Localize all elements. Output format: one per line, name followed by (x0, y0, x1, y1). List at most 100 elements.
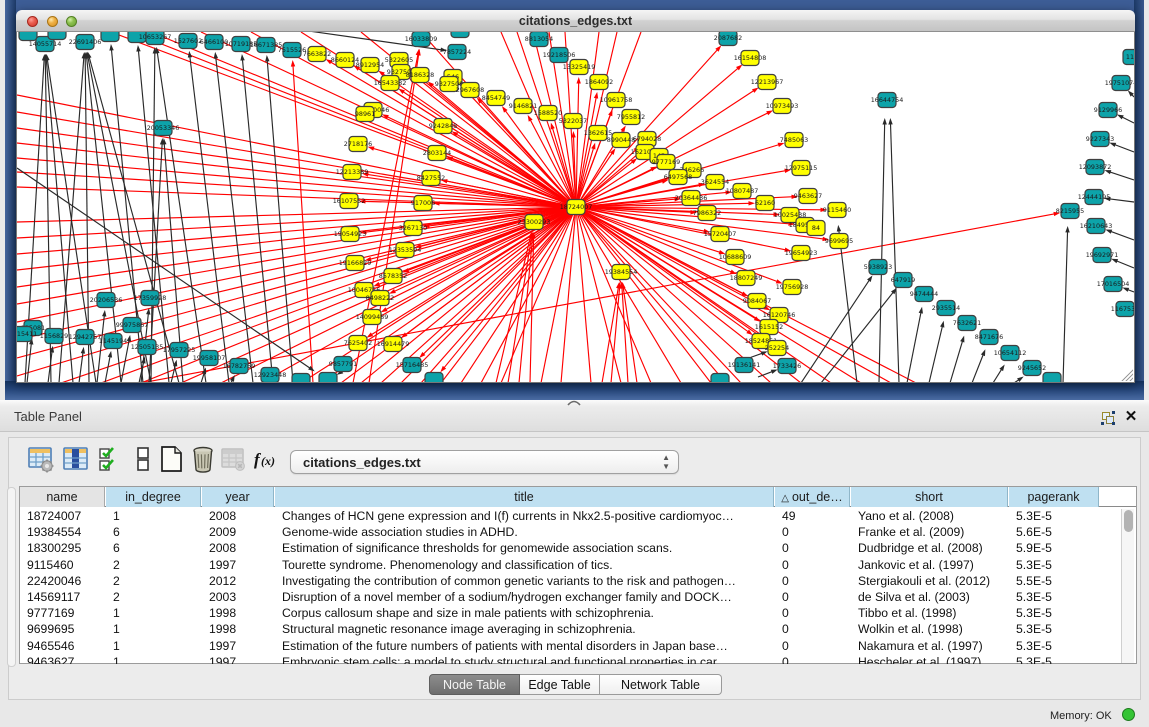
graph-edge[interactable] (993, 368, 1003, 383)
tab-network-table[interactable]: Network Table (600, 674, 722, 695)
cell-year: 1997 (202, 557, 274, 573)
graph-edge[interactable] (267, 59, 293, 383)
graph-edge[interactable] (576, 207, 591, 383)
trash-icon[interactable] (189, 445, 217, 473)
graph-edge[interactable] (879, 122, 885, 383)
table-source-dropdown[interactable]: citations_edges.txt ▲▼ (290, 450, 679, 474)
graph-edge[interactable] (602, 286, 619, 383)
cell-in_degree: 6 (106, 540, 201, 556)
graph-edge[interactable] (576, 207, 681, 383)
table-row[interactable]: 946554611997Estimation of the future num… (20, 638, 1136, 654)
status-bar: Memory: OK (0, 700, 1149, 727)
close-panel-icon[interactable]: ✕ (1124, 408, 1138, 425)
graph-edge[interactable] (190, 55, 229, 383)
node-label: 17957225 (163, 346, 196, 354)
cell-short: Yano et al. (2008) (851, 508, 1008, 524)
graph-edge[interactable] (1109, 231, 1134, 240)
graph-edge[interactable] (17, 207, 576, 304)
table-vertical-scrollbar[interactable] (1121, 509, 1134, 663)
edge-arrowhead (919, 307, 923, 314)
cell-pagerank: 5.5E-5 (1009, 573, 1099, 589)
teal-node[interactable] (48, 32, 66, 40)
teal-node[interactable] (1043, 373, 1061, 384)
rows-icon[interactable] (129, 445, 157, 473)
function-icon[interactable]: f (x) (253, 445, 281, 473)
node-label: 9129966 (1094, 106, 1122, 114)
cell-short: Tibbo et al. (1998) (851, 605, 1008, 621)
column-header-year[interactable]: year (202, 487, 274, 507)
tab-edge-table[interactable]: Edge Table (520, 674, 600, 695)
graph-edge[interactable] (1063, 230, 1068, 383)
split-pane-grip-icon[interactable] (565, 398, 583, 406)
table-row[interactable]: 969969511998Structural magnetic resonanc… (20, 621, 1136, 637)
teal-node[interactable] (101, 32, 119, 42)
graph-edge[interactable] (1108, 171, 1134, 180)
column-header-name[interactable]: name (20, 487, 105, 507)
teal-node[interactable] (292, 374, 310, 384)
column-header-out_de[interactable]: △out_de… (775, 487, 850, 507)
import-table-icon[interactable] (219, 445, 247, 473)
graph-edge[interactable] (950, 339, 963, 383)
table-row[interactable]: 977716911998Corpus callosum shape and si… (20, 605, 1136, 621)
graph-edge[interactable] (576, 207, 916, 383)
teal-node[interactable] (319, 373, 337, 384)
graph-edge[interactable] (1108, 199, 1134, 202)
table-row[interactable]: 911546021997Tourette syndrome. Phenomeno… (20, 557, 1136, 573)
table-row[interactable]: 2242004622012Investigating the contribut… (20, 573, 1136, 589)
column-header-pagerank[interactable]: pagerank (1009, 487, 1099, 507)
teal-node[interactable] (451, 32, 469, 38)
graph-edge[interactable] (17, 207, 576, 238)
graph-edge[interactable] (293, 64, 313, 383)
node-label: 8990448 (607, 136, 635, 144)
graph-edge[interactable] (972, 353, 984, 383)
column-header-in_degree[interactable]: in_degree (106, 487, 201, 507)
cell-year: 2012 (202, 573, 274, 589)
graph-edge[interactable] (1115, 260, 1134, 268)
column-header-title[interactable]: title (275, 487, 774, 507)
node-label: 111 (1126, 53, 1135, 61)
graph-edge[interactable] (1113, 144, 1134, 152)
graph-edge[interactable] (27, 342, 31, 383)
table-settings-icon[interactable] (27, 445, 55, 473)
node-label: 8215955 (1056, 207, 1084, 215)
edge-arrowhead (1065, 226, 1069, 233)
node-table: namein_degreeyeartitle△out_de…shortpager… (19, 486, 1137, 664)
node-label: 9463627 (794, 192, 822, 200)
canvas-resize-grip[interactable] (1119, 367, 1133, 381)
node-label: 19654923 (785, 249, 818, 257)
scrollbar-thumb[interactable] (1124, 510, 1133, 532)
node-label: 12213389 (336, 168, 369, 176)
node-label: 2718176 (344, 140, 372, 148)
node-label: 10973493 (766, 102, 799, 110)
float-panel-icon[interactable] (1101, 411, 1116, 425)
graph-edge[interactable] (79, 351, 83, 383)
table-row[interactable]: 1456911722003Disruption of a novel membe… (20, 589, 1136, 605)
graph-edge[interactable] (105, 355, 110, 383)
node-label: 8427552 (417, 174, 445, 182)
graph-edge[interactable] (171, 364, 176, 383)
graph-edge[interactable] (97, 314, 104, 383)
select-columns-icon[interactable] (62, 445, 90, 473)
cell-in_degree: 1 (106, 508, 201, 524)
graph-edge[interactable] (907, 311, 921, 383)
column-header-short[interactable]: short (851, 487, 1008, 507)
cell-short: Dudbridge et al. (2008) (851, 540, 1008, 556)
new-file-icon[interactable] (157, 445, 185, 473)
table-row[interactable]: 946362711997Embryonic stem cells: a mode… (20, 654, 1136, 664)
graph-edge[interactable] (561, 207, 576, 383)
cell-title: Changes of HCN gene expression and I(f) … (275, 508, 774, 524)
graph-edge[interactable] (576, 207, 801, 383)
network-canvas[interactable]: 7663822866012489129545322605932750316543… (16, 32, 1135, 383)
table-row[interactable]: 1830029562008Estimation of significance … (20, 540, 1136, 556)
table-row[interactable]: 1938455462009Genome-wide association stu… (20, 524, 1136, 540)
table-row[interactable]: 1872400712008Changes of HCN gene express… (20, 508, 1136, 524)
edge-arrowhead (594, 92, 598, 99)
graph-edge[interactable] (576, 207, 711, 383)
tab-node-table[interactable]: Node Table (429, 674, 520, 695)
network-window-titlebar[interactable]: citations_edges.txt (16, 10, 1135, 32)
teal-node[interactable] (425, 373, 443, 384)
teal-node[interactable] (711, 374, 729, 384)
graph-edge[interactable] (890, 122, 899, 383)
graph-edge[interactable] (929, 325, 943, 383)
select-all-icon[interactable] (97, 445, 125, 473)
